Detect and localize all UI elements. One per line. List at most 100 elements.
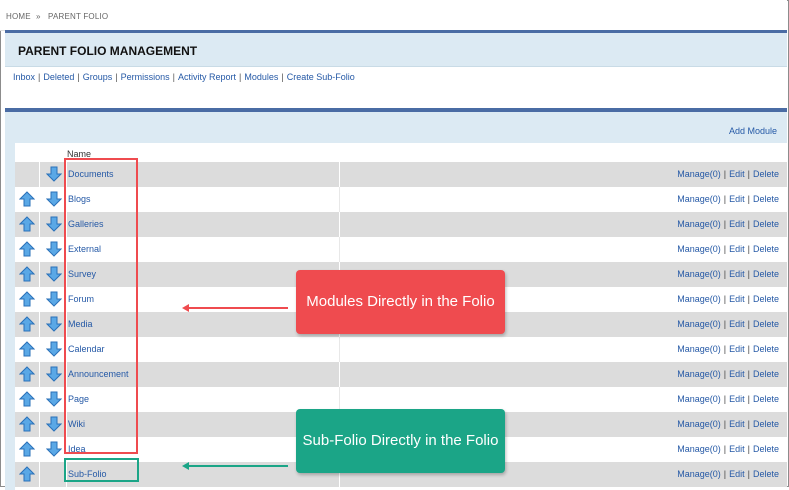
subfolio-highlight-box [64, 458, 139, 482]
arrow-up-icon[interactable] [18, 366, 36, 382]
arrow-down-icon[interactable] [45, 191, 63, 207]
action-separator: | [747, 419, 750, 429]
edit-link[interactable]: Edit [729, 444, 745, 454]
manage-link[interactable]: Manage(0) [677, 294, 721, 304]
breadcrumb-home[interactable]: HOME [6, 12, 31, 21]
arrow-up-icon[interactable] [18, 341, 36, 357]
breadcrumb: HOME » PARENT FOLIO [0, 0, 787, 31]
row-actions: Manage(0) | Edit | Delete [677, 344, 779, 354]
manage-link[interactable]: Manage(0) [677, 194, 721, 204]
action-separator: | [747, 194, 750, 204]
column-divider [39, 287, 40, 312]
edit-link[interactable]: Edit [729, 194, 745, 204]
column-divider [339, 237, 340, 262]
arrow-down-icon[interactable] [45, 266, 63, 282]
column-divider [339, 187, 340, 212]
arrow-down-icon[interactable] [45, 216, 63, 232]
manage-link[interactable]: Manage(0) [677, 244, 721, 254]
manage-link[interactable]: Manage(0) [677, 444, 721, 454]
arrow-up-icon[interactable] [18, 466, 36, 482]
delete-link[interactable]: Delete [753, 394, 779, 404]
delete-link[interactable]: Delete [753, 344, 779, 354]
column-divider [339, 362, 340, 387]
delete-link[interactable]: Delete [753, 469, 779, 479]
edit-link[interactable]: Edit [729, 319, 745, 329]
action-separator: | [747, 244, 750, 254]
delete-link[interactable]: Delete [753, 319, 779, 329]
row-actions: Manage(0) | Edit | Delete [677, 419, 779, 429]
arrow-up-icon[interactable] [18, 316, 36, 332]
arrow-down-icon[interactable] [45, 166, 63, 182]
arrow-up-icon[interactable] [18, 441, 36, 457]
action-separator: | [723, 469, 727, 479]
edit-link[interactable]: Edit [729, 419, 745, 429]
edit-link[interactable]: Edit [729, 169, 745, 179]
manage-link[interactable]: Manage(0) [677, 219, 721, 229]
nav-link-inbox[interactable]: Inbox [13, 72, 35, 82]
management-nav-links: Inbox | Deleted | Groups | Permissions | Activit… [13, 72, 355, 82]
column-divider [339, 337, 340, 362]
column-divider [39, 312, 40, 337]
edit-link[interactable]: Edit [729, 369, 745, 379]
edit-link[interactable]: Edit [729, 469, 745, 479]
action-separator: | [723, 244, 727, 254]
breadcrumb-separator: » [36, 12, 41, 21]
delete-link[interactable]: Delete [753, 169, 779, 179]
modules-callout-text: Modules Directly in the Folio [306, 293, 495, 310]
row-actions: Manage(0) | Edit | Delete [677, 219, 779, 229]
delete-link[interactable]: Delete [753, 294, 779, 304]
action-separator: | [723, 169, 727, 179]
arrow-up-icon[interactable] [18, 391, 36, 407]
delete-link[interactable]: Delete [753, 444, 779, 454]
delete-link[interactable]: Delete [753, 269, 779, 279]
nav-link-modules[interactable]: Modules [244, 72, 278, 82]
edit-link[interactable]: Edit [729, 344, 745, 354]
arrow-up-icon[interactable] [18, 291, 36, 307]
arrow-down-icon[interactable] [45, 241, 63, 257]
action-separator: | [723, 219, 727, 229]
manage-link[interactable]: Manage(0) [677, 369, 721, 379]
manage-link[interactable]: Manage(0) [677, 419, 721, 429]
arrow-down-icon[interactable] [45, 366, 63, 382]
arrow-up-icon[interactable] [18, 191, 36, 207]
modules-arrow-line [188, 307, 288, 309]
manage-link[interactable]: Manage(0) [677, 394, 721, 404]
arrow-up-icon[interactable] [18, 241, 36, 257]
manage-link[interactable]: Manage(0) [677, 469, 721, 479]
manage-link[interactable]: Manage(0) [677, 169, 721, 179]
nav-link-activity-report[interactable]: Activity Report [178, 72, 236, 82]
column-divider [39, 162, 40, 187]
arrow-down-icon[interactable] [45, 341, 63, 357]
action-separator: | [747, 169, 750, 179]
arrow-down-icon[interactable] [45, 391, 63, 407]
arrow-up-icon[interactable] [18, 266, 36, 282]
arrow-down-icon[interactable] [45, 316, 63, 332]
delete-link[interactable]: Delete [753, 244, 779, 254]
manage-link[interactable]: Manage(0) [677, 319, 721, 329]
manage-link[interactable]: Manage(0) [677, 269, 721, 279]
add-module-link[interactable]: Add Module [729, 126, 777, 136]
modules-highlight-box [64, 158, 138, 454]
nav-link-groups[interactable]: Groups [83, 72, 113, 82]
edit-link[interactable]: Edit [729, 269, 745, 279]
arrow-up-icon[interactable] [18, 416, 36, 432]
subfolio-callout-text: Sub-Folio Directly in the Folio [302, 432, 499, 449]
nav-link-permissions[interactable]: Permissions [121, 72, 170, 82]
manage-link[interactable]: Manage(0) [677, 344, 721, 354]
edit-link[interactable]: Edit [729, 394, 745, 404]
nav-link-create-sub-folio[interactable]: Create Sub-Folio [287, 72, 355, 82]
delete-link[interactable]: Delete [753, 419, 779, 429]
delete-link[interactable]: Delete [753, 194, 779, 204]
delete-link[interactable]: Delete [753, 219, 779, 229]
arrow-down-icon[interactable] [45, 441, 63, 457]
edit-link[interactable]: Edit [729, 294, 745, 304]
column-divider [39, 412, 40, 437]
edit-link[interactable]: Edit [729, 219, 745, 229]
delete-link[interactable]: Delete [753, 369, 779, 379]
arrow-down-icon[interactable] [45, 291, 63, 307]
arrow-up-icon[interactable] [18, 216, 36, 232]
nav-link-deleted[interactable]: Deleted [43, 72, 74, 82]
action-separator: | [723, 194, 727, 204]
arrow-down-icon[interactable] [45, 416, 63, 432]
edit-link[interactable]: Edit [729, 244, 745, 254]
